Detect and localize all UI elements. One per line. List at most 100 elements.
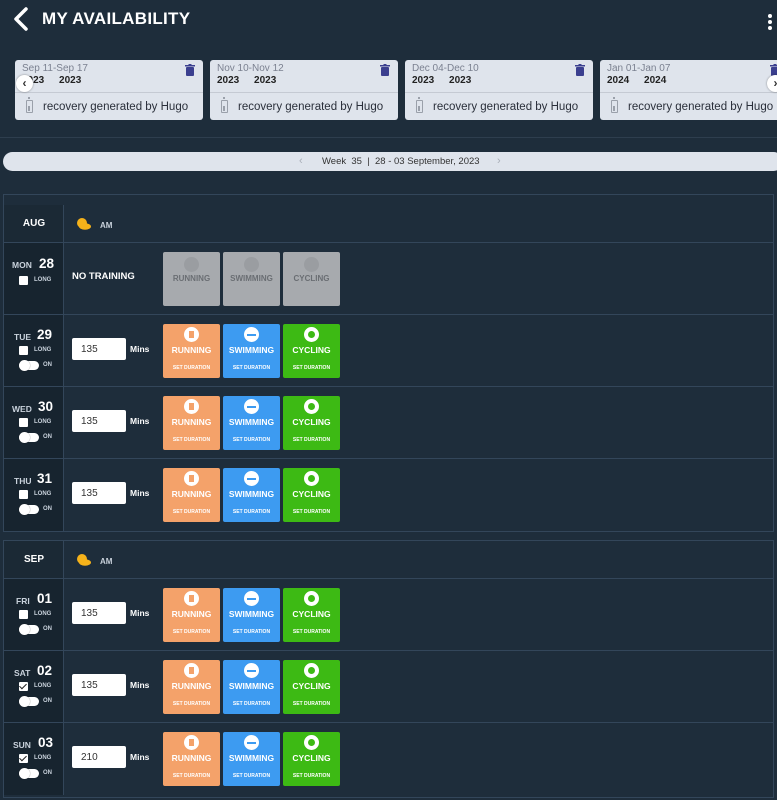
month-grid-sep: SEP AM FRI 01 LONG ON Mins RUNNING SET DU… <box>3 540 774 798</box>
set-duration-label: SET DURATION <box>172 629 211 635</box>
carousel-prev-button[interactable]: ‹ <box>16 75 33 92</box>
cycling-tile[interactable]: CYCLING SET DURATION <box>283 660 340 714</box>
swimming-tile[interactable]: SWIMMING SET DURATION <box>223 660 280 714</box>
battery-icon <box>221 97 228 113</box>
next-week-chevron-icon[interactable]: › <box>497 155 501 167</box>
trash-icon[interactable] <box>185 64 195 76</box>
month-header-row: AUG AM <box>4 205 773 243</box>
set-duration-label: SET DURATION <box>232 701 271 707</box>
sport-name: SWIMMING <box>228 345 275 355</box>
long-label: LONG <box>34 755 52 761</box>
plan-card[interactable]: Dec 04-Dec 10 2023 2023 recovery generat… <box>405 60 593 120</box>
more-menu-icon[interactable] <box>768 14 777 32</box>
swimming-tile[interactable]: SWIMMING SET DURATION <box>223 732 280 786</box>
sport-name: SWIMMING <box>228 417 275 427</box>
set-duration-label: SET DURATION <box>292 437 331 443</box>
long-checkbox[interactable] <box>19 276 28 285</box>
long-label: LONG <box>34 683 52 689</box>
cycling-tile[interactable]: CYCLING SET DURATION <box>283 468 340 522</box>
swimming-tile[interactable]: SWIMMING SET DURATION <box>223 396 280 450</box>
mins-label: Mins <box>130 416 150 426</box>
sport-name: SWIMMING <box>228 753 275 763</box>
day-name: SAT <box>14 668 31 678</box>
set-duration-label: SET DURATION <box>232 365 271 371</box>
page-title: MY AVAILABILITY <box>42 9 191 28</box>
swimming-icon <box>244 327 259 342</box>
day-number: 29 <box>37 327 53 342</box>
on-label: ON <box>43 362 52 368</box>
minutes-input[interactable] <box>72 482 126 504</box>
on-toggle[interactable] <box>19 768 39 779</box>
month-name: SEP <box>23 554 44 565</box>
swimming-tile[interactable]: SWIMMING SET DURATION <box>223 468 280 522</box>
running-tile[interactable]: RUNNING SET DURATION <box>163 588 220 642</box>
sport-name: RUNNING <box>171 609 212 619</box>
trash-icon[interactable] <box>575 64 585 76</box>
swimming-tile[interactable]: SWIMMING SET DURATION <box>223 324 280 378</box>
on-toggle[interactable] <box>19 624 39 635</box>
cycling-tile[interactable]: CYCLING SET DURATION <box>283 324 340 378</box>
swimming-icon <box>244 735 259 750</box>
set-duration-label: SET DURATION <box>232 629 271 635</box>
minutes-input[interactable] <box>72 746 126 768</box>
day-row: SUN 03 LONG ON Mins RUNNINGSET DURATION … <box>4 723 773 795</box>
set-duration-label: SET DURATION <box>232 509 271 515</box>
sport-name: CYCLING <box>293 274 330 283</box>
long-checkbox[interactable] <box>19 754 28 763</box>
on-label: ON <box>43 770 52 776</box>
cycling-tile[interactable]: CYCLING SET DURATION <box>283 732 340 786</box>
carousel-next-button[interactable]: › <box>767 75 777 92</box>
sport-name: SWIMMING <box>228 609 275 619</box>
sport-name: RUNNING <box>172 274 211 283</box>
plan-card[interactable]: Nov 10-Nov 12 2023 2023 recovery generat… <box>210 60 398 120</box>
trash-icon[interactable] <box>380 64 390 76</box>
on-toggle[interactable] <box>19 504 39 515</box>
set-duration-label: SET DURATION <box>232 773 271 779</box>
long-checkbox[interactable] <box>19 682 28 691</box>
swimming-tile[interactable]: SWIMMING <box>223 252 280 306</box>
cycling-icon <box>304 591 319 606</box>
on-toggle[interactable] <box>19 432 39 443</box>
day-number: 30 <box>38 399 54 414</box>
long-checkbox[interactable] <box>19 490 28 499</box>
minutes-input[interactable] <box>72 410 126 432</box>
sport-name: RUNNING <box>171 753 212 763</box>
day-row: TUE 29 LONG ON Mins RUNNINGSET DURATION … <box>4 315 773 387</box>
long-checkbox[interactable] <box>19 610 28 619</box>
card-divider <box>210 92 398 93</box>
divider <box>0 137 777 138</box>
running-tile[interactable]: RUNNING SET DURATION <box>163 732 220 786</box>
set-duration-label: SET DURATION <box>292 509 331 515</box>
long-checkbox[interactable] <box>19 346 28 355</box>
swimming-icon <box>244 399 259 414</box>
day-number: 03 <box>38 735 54 750</box>
minutes-input[interactable] <box>72 674 126 696</box>
mins-label: Mins <box>130 608 150 618</box>
running-tile[interactable]: RUNNING SET DURATION <box>163 396 220 450</box>
plan-card[interactable]: Sep 11-Sep 17 2023 2023 recovery generat… <box>15 60 203 120</box>
plan-card[interactable]: Jan 01-Jan 07 2024 2024 recovery generat… <box>600 60 777 120</box>
prev-week-chevron-icon[interactable]: ‹ <box>299 155 303 167</box>
day-name: FRI <box>16 596 30 606</box>
running-tile[interactable]: RUNNING SET DURATION <box>163 468 220 522</box>
set-duration-label: SET DURATION <box>172 365 211 371</box>
running-tile[interactable]: RUNNING SET DURATION <box>163 660 220 714</box>
long-checkbox[interactable] <box>19 418 28 427</box>
swimming-icon <box>244 257 259 272</box>
swimming-tile[interactable]: SWIMMING SET DURATION <box>223 588 280 642</box>
running-icon <box>184 591 199 606</box>
running-tile[interactable]: RUNNING <box>163 252 220 306</box>
card-divider <box>600 92 777 93</box>
day-name: TUE <box>14 332 31 342</box>
minutes-input[interactable] <box>72 602 126 624</box>
on-toggle[interactable] <box>19 696 39 707</box>
back-arrow-icon[interactable] <box>10 6 32 32</box>
minutes-input[interactable] <box>72 338 126 360</box>
cycling-tile[interactable]: CYCLING SET DURATION <box>283 396 340 450</box>
cycling-tile[interactable]: CYCLING SET DURATION <box>283 588 340 642</box>
day-row: WED 30 LONG ON Mins RUNNINGSET DURATION … <box>4 387 773 459</box>
running-tile[interactable]: RUNNING SET DURATION <box>163 324 220 378</box>
cycling-tile[interactable]: CYCLING <box>283 252 340 306</box>
sport-name: CYCLING <box>292 489 331 499</box>
on-toggle[interactable] <box>19 360 39 371</box>
